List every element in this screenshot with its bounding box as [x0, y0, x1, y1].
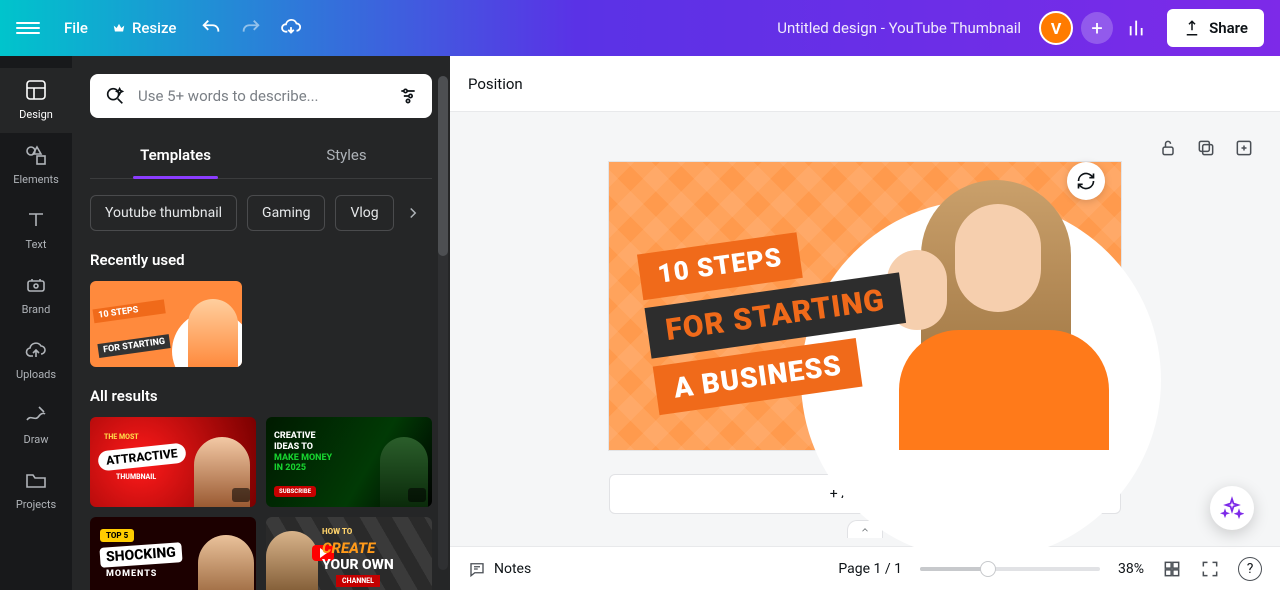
lock-icon[interactable] [1158, 138, 1178, 158]
section-all-results: All results [90, 387, 432, 405]
nav-elements[interactable]: Elements [0, 133, 72, 198]
shapes-icon [24, 143, 48, 167]
help-button[interactable]: ? [1238, 557, 1262, 581]
design-panel: Templates Styles Youtube thumbnail Gamin… [72, 56, 450, 590]
bottom-bar: Notes Page 1 / 1 38% ? [450, 546, 1280, 590]
avatar[interactable]: V [1039, 11, 1073, 45]
chip-youtube-thumbnail[interactable]: Youtube thumbnail [90, 195, 237, 231]
magic-assistant-button[interactable] [1210, 486, 1254, 530]
resize-menu[interactable]: Resize [112, 19, 176, 37]
chevron-up-icon [859, 525, 871, 535]
text-icon [24, 208, 48, 232]
draw-icon [24, 403, 48, 427]
nav-projects[interactable]: Projects [0, 458, 72, 523]
crown-icon [112, 21, 126, 35]
notes-icon [468, 560, 486, 578]
template-search[interactable] [90, 74, 432, 118]
share-button[interactable]: Share [1167, 9, 1264, 47]
chip-vlog[interactable]: Vlog [335, 195, 393, 231]
cloud-upload-icon [24, 338, 48, 362]
chip-gaming[interactable]: Gaming [247, 195, 325, 231]
template-icon [24, 78, 48, 102]
grid-view-icon[interactable] [1162, 559, 1182, 579]
nav-draw[interactable]: Draw [0, 393, 72, 458]
fullscreen-icon[interactable] [1200, 559, 1220, 579]
top-toolbar: File Resize Untitled design - YouTube Th… [0, 0, 1280, 56]
tab-templates[interactable]: Templates [90, 136, 261, 178]
page-indicator: Page 1 / 1 [838, 561, 902, 577]
duplicate-page-icon[interactable] [1196, 138, 1216, 158]
insights-icon[interactable] [1127, 17, 1149, 39]
thumb-text: 10 STEPS [93, 299, 167, 323]
template-card[interactable]: HOW TO CREATE YOUR OWN CHANNEL [266, 517, 432, 590]
chevron-right-icon[interactable] [404, 204, 422, 222]
folder-icon [24, 468, 48, 492]
notes-button[interactable]: Notes [468, 560, 531, 578]
template-card[interactable]: TOP 5 SHOCKING MOMENTS [90, 517, 256, 590]
nav-design[interactable]: Design [0, 68, 72, 133]
cloud-sync-icon[interactable] [280, 17, 302, 39]
context-toolbar: Position [450, 56, 1280, 112]
magic-search-icon [104, 85, 126, 107]
nav-text[interactable]: Text [0, 198, 72, 263]
design-canvas[interactable]: 10 STEPS FOR STARTING A BUSINESS [609, 162, 1121, 450]
add-page-icon[interactable] [1234, 138, 1254, 158]
redo-icon[interactable] [240, 17, 262, 39]
nav-uploads[interactable]: Uploads [0, 328, 72, 393]
sparkle-icon [1220, 496, 1244, 520]
document-title[interactable]: Untitled design - YouTube Thumbnail [320, 19, 1039, 37]
panel-scrollbar[interactable] [438, 76, 448, 570]
nav-brand[interactable]: Brand [0, 263, 72, 328]
side-nav: Design Elements Text Brand Uploads Draw … [0, 56, 72, 590]
zoom-level[interactable]: 38% [1118, 561, 1144, 577]
menu-icon[interactable] [16, 16, 40, 40]
undo-icon[interactable] [200, 17, 222, 39]
template-card[interactable]: THE MOST ATTRACTIVE THUMBNAIL [90, 417, 256, 507]
section-recently-used: Recently used [90, 251, 432, 269]
tab-styles[interactable]: Styles [261, 136, 432, 178]
category-chips: Youtube thumbnail Gaming Vlog [90, 195, 432, 231]
brand-icon [24, 273, 48, 297]
regenerate-button[interactable] [1067, 162, 1105, 200]
zoom-slider[interactable] [920, 567, 1100, 571]
page-actions [1158, 138, 1254, 158]
refresh-icon [1076, 171, 1096, 191]
filter-icon[interactable] [398, 86, 418, 106]
position-button[interactable]: Position [468, 75, 523, 93]
recent-template[interactable]: 10 STEPS FOR STARTING A BUSINESS [90, 281, 242, 367]
invite-button[interactable]: + [1081, 12, 1113, 44]
panel-tabs: Templates Styles [90, 136, 432, 179]
search-input[interactable] [138, 87, 386, 105]
upload-icon [1183, 19, 1201, 37]
thumb-text: FOR STARTING [97, 334, 171, 358]
template-card[interactable]: CREATIVEIDEAS TOMAKE MONEYIN 2025 SUBSCR… [266, 417, 432, 507]
canvas-area: Position 10 STEPS FOR STARTING A BUSINES… [450, 56, 1280, 590]
file-menu[interactable]: File [64, 19, 88, 37]
